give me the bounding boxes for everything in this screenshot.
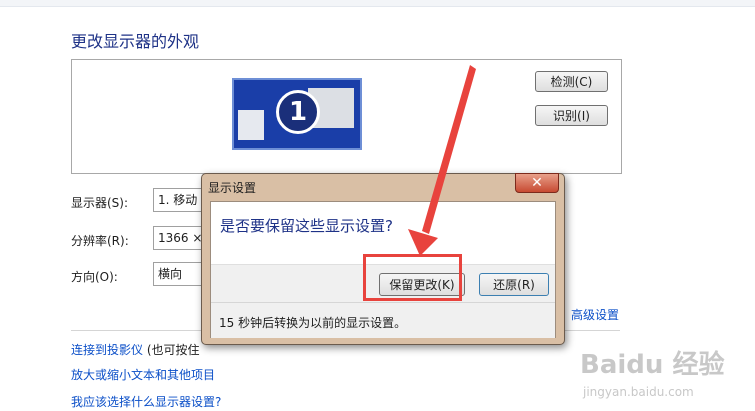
- baidu-watermark: Baidu 经验 jingyan.baidu.com: [580, 349, 724, 399]
- watermark-url: jingyan.baidu.com: [582, 385, 694, 399]
- watermark-brand: Baidu 经验: [580, 349, 724, 380]
